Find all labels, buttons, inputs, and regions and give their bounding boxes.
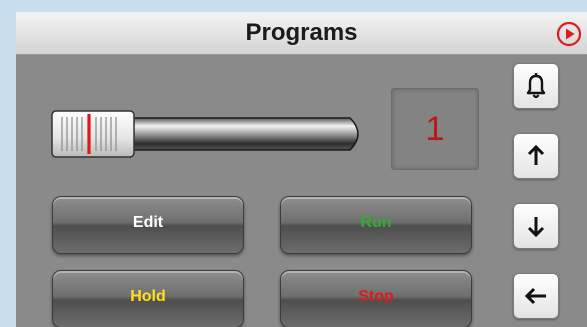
play-circle-icon[interactable]	[556, 21, 582, 47]
edit-button-label: Edit	[132, 214, 164, 231]
programs-panel: Programs 1 Edit Run Hold Stop	[16, 12, 587, 327]
edit-button[interactable]: Edit	[52, 196, 244, 254]
arrow-left-icon	[524, 287, 546, 305]
back-button[interactable]	[513, 273, 559, 319]
program-slider[interactable]	[50, 109, 366, 159]
program-number-display: 1	[391, 88, 479, 170]
up-button[interactable]	[513, 133, 559, 179]
stop-button[interactable]: Stop	[280, 270, 472, 327]
arrow-down-icon	[527, 217, 545, 238]
alarm-button[interactable]	[513, 63, 559, 109]
run-button[interactable]: Run	[280, 196, 472, 254]
arrow-up-icon	[527, 144, 545, 165]
bell-icon	[526, 73, 546, 99]
run-button-label: Run	[360, 214, 392, 231]
down-button[interactable]	[513, 203, 559, 249]
hold-button[interactable]: Hold	[52, 270, 244, 327]
stop-button-label: Stop	[358, 288, 394, 305]
hold-button-label: Hold	[130, 288, 166, 305]
page-title: Programs	[245, 19, 358, 46]
title-bar: Programs	[16, 12, 587, 55]
